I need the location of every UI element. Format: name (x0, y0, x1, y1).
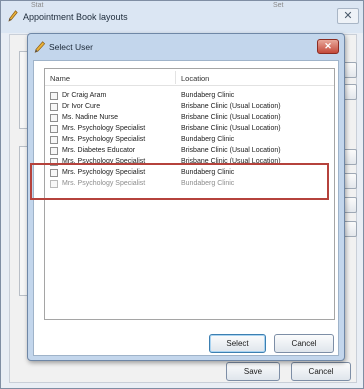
user-checkbox[interactable] (50, 114, 58, 122)
list-item[interactable]: Mrs. Diabetes Educator Brisbane Clinic (… (45, 146, 334, 157)
dialog-client-area: Name Location Dr Craig Aram Bundaberg Cl… (33, 60, 339, 356)
column-header-name[interactable]: Name (50, 74, 70, 83)
highlight-box (30, 163, 329, 200)
pencil-icon (8, 10, 18, 22)
list-item[interactable]: Mrs. Psychology Specialist Bundaberg Cli… (45, 135, 334, 146)
user-name: Mrs. Psychology Specialist (62, 125, 146, 132)
user-location: Brisbane Clinic (Usual Location) (181, 125, 281, 132)
user-checkbox[interactable] (50, 147, 58, 155)
user-checkbox[interactable] (50, 125, 58, 133)
save-button[interactable]: Save (226, 362, 280, 381)
dialog-close-button[interactable]: ✕ (317, 39, 339, 54)
window-title: Appointment Book layouts (23, 12, 128, 22)
dialog-title: Select User (49, 42, 93, 52)
user-name: Dr Craig Aram (62, 92, 107, 99)
window-close-button[interactable]: ✕ (337, 8, 359, 24)
user-name: Mrs. Diabetes Educator (62, 147, 136, 154)
user-location: Brisbane Clinic (Usual Location) (181, 103, 281, 110)
user-location: Brisbane Clinic (Usual Location) (181, 147, 281, 154)
user-location: Bundaberg Clinic (181, 92, 235, 99)
user-checkbox[interactable] (50, 136, 58, 144)
side-button[interactable] (343, 149, 357, 165)
user-name: Dr Ivor Cure (62, 103, 101, 110)
dialog-titlebar: Select User ✕ (28, 34, 344, 59)
user-location: Brisbane Clinic (Usual Location) (181, 114, 281, 121)
side-button[interactable] (343, 84, 357, 100)
list-item[interactable]: Ms. Nadine Nurse Brisbane Clinic (Usual … (45, 113, 334, 124)
side-button[interactable] (343, 197, 357, 213)
window-titlebar: Stat Set Appointment Book layouts ✕ (1, 1, 363, 33)
list-item[interactable]: Dr Ivor Cure Brisbane Clinic (Usual Loca… (45, 102, 334, 113)
list-header: Name Location (45, 69, 334, 86)
user-location: Bundaberg Clinic (181, 136, 235, 143)
side-button[interactable] (343, 173, 357, 189)
column-divider[interactable] (175, 71, 176, 84)
side-button[interactable] (343, 62, 357, 78)
user-checkbox[interactable] (50, 103, 58, 111)
dialog-cancel-button[interactable]: Cancel (274, 334, 334, 353)
side-button[interactable] (343, 221, 357, 237)
list-item[interactable]: Mrs. Psychology Specialist Brisbane Clin… (45, 124, 334, 135)
partial-tab-label: Set (273, 2, 284, 9)
select-button[interactable]: Select (209, 334, 266, 353)
user-name: Mrs. Psychology Specialist (62, 136, 146, 143)
user-checkbox[interactable] (50, 92, 58, 100)
column-header-location[interactable]: Location (181, 74, 209, 83)
partial-tab-label: Stat (31, 2, 44, 9)
select-user-icon (34, 41, 46, 53)
user-name: Ms. Nadine Nurse (62, 114, 119, 121)
list-item[interactable]: Dr Craig Aram Bundaberg Clinic (45, 91, 334, 102)
window-cancel-button[interactable]: Cancel (291, 362, 351, 381)
